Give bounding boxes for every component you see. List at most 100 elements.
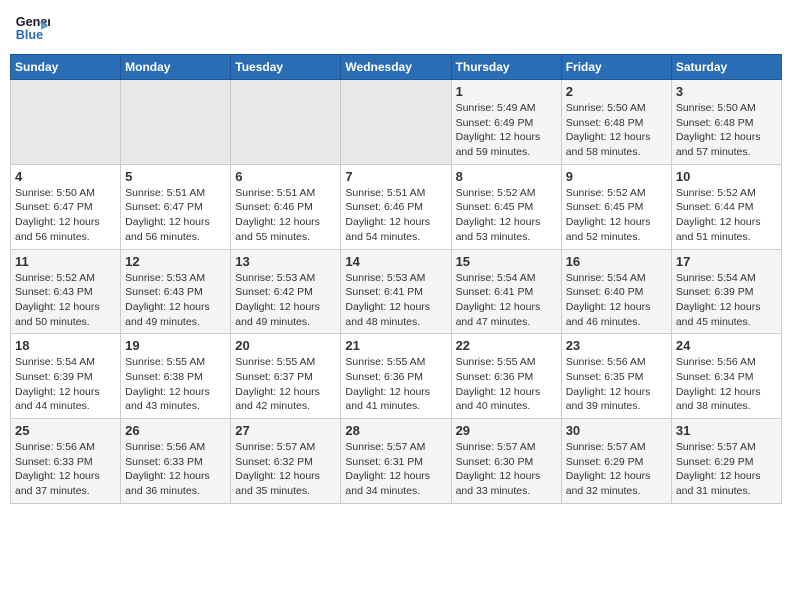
calendar-cell: 4 Sunrise: 5:50 AM Sunset: 6:47 PM Daylig… bbox=[11, 164, 121, 249]
day-info: Sunrise: 5:50 AM Sunset: 6:48 PM Dayligh… bbox=[566, 101, 667, 160]
header-wednesday: Wednesday bbox=[341, 55, 451, 80]
day-number: 6 bbox=[235, 169, 336, 184]
calendar-cell: 27Sunrise: 5:57 AM Sunset: 6:32 PM Dayli… bbox=[231, 419, 341, 504]
calendar-cell: 25Sunrise: 5:56 AM Sunset: 6:33 PM Dayli… bbox=[11, 419, 121, 504]
day-info: Sunrise: 5:54 AM Sunset: 6:39 PM Dayligh… bbox=[676, 271, 777, 330]
day-number: 20 bbox=[235, 338, 336, 353]
calendar-cell bbox=[11, 80, 121, 165]
day-number: 24 bbox=[676, 338, 777, 353]
day-number: 13 bbox=[235, 254, 336, 269]
day-info: Sunrise: 5:52 AM Sunset: 6:45 PM Dayligh… bbox=[566, 186, 667, 245]
day-number: 21 bbox=[345, 338, 446, 353]
logo: General Blue bbox=[14, 10, 54, 46]
calendar-cell: 22 Sunrise: 5:55 AM Sunset: 6:36 PM Dayli… bbox=[451, 334, 561, 419]
week-row-3: 11 Sunrise: 5:52 AM Sunset: 6:43 PM Dayli… bbox=[11, 249, 782, 334]
page-header: General Blue bbox=[10, 10, 782, 46]
day-info: Sunrise: 5:57 AM Sunset: 6:32 PM Dayligh… bbox=[235, 440, 336, 499]
day-number: 19 bbox=[125, 338, 226, 353]
header-sunday: Sunday bbox=[11, 55, 121, 80]
calendar-cell: 29Sunrise: 5:57 AM Sunset: 6:30 PM Dayli… bbox=[451, 419, 561, 504]
calendar-cell: 2Sunrise: 5:50 AM Sunset: 6:48 PM Daylig… bbox=[561, 80, 671, 165]
logo-icon: General Blue bbox=[14, 10, 50, 46]
calendar-table: SundayMondayTuesdayWednesdayThursdayFrid… bbox=[10, 54, 782, 504]
day-number: 10 bbox=[676, 169, 777, 184]
day-number: 25 bbox=[15, 423, 116, 438]
calendar-cell: 3Sunrise: 5:50 AM Sunset: 6:48 PM Daylig… bbox=[671, 80, 781, 165]
calendar-header-row: SundayMondayTuesdayWednesdayThursdayFrid… bbox=[11, 55, 782, 80]
day-info: Sunrise: 5:57 AM Sunset: 6:29 PM Dayligh… bbox=[566, 440, 667, 499]
calendar-cell: 26 Sunrise: 5:56 AM Sunset: 6:33 PM Dayli… bbox=[121, 419, 231, 504]
calendar-cell: 8Sunrise: 5:52 AM Sunset: 6:45 PM Daylig… bbox=[451, 164, 561, 249]
header-monday: Monday bbox=[121, 55, 231, 80]
day-info: Sunrise: 5:56 AM Sunset: 6:34 PM Dayligh… bbox=[676, 355, 777, 414]
calendar-cell: 13 Sunrise: 5:53 AM Sunset: 6:42 PM Dayli… bbox=[231, 249, 341, 334]
calendar-cell: 19 Sunrise: 5:55 AM Sunset: 6:38 PM Dayli… bbox=[121, 334, 231, 419]
day-info: Sunrise: 5:55 AM Sunset: 6:38 PM Dayligh… bbox=[125, 355, 226, 414]
calendar-cell bbox=[121, 80, 231, 165]
calendar-cell: 10 Sunrise: 5:52 AM Sunset: 6:44 PM Dayli… bbox=[671, 164, 781, 249]
day-info: Sunrise: 5:55 AM Sunset: 6:37 PM Dayligh… bbox=[235, 355, 336, 414]
calendar-cell: 31Sunrise: 5:57 AM Sunset: 6:29 PM Dayli… bbox=[671, 419, 781, 504]
day-number: 7 bbox=[345, 169, 446, 184]
day-number: 28 bbox=[345, 423, 446, 438]
week-row-4: 18 Sunrise: 5:54 AM Sunset: 6:39 PM Dayli… bbox=[11, 334, 782, 419]
day-info: Sunrise: 5:53 AM Sunset: 6:43 PM Dayligh… bbox=[125, 271, 226, 330]
calendar-cell: 15Sunrise: 5:54 AM Sunset: 6:41 PM Dayli… bbox=[451, 249, 561, 334]
day-info: Sunrise: 5:52 AM Sunset: 6:44 PM Dayligh… bbox=[676, 186, 777, 245]
day-number: 1 bbox=[456, 84, 557, 99]
day-info: Sunrise: 5:49 AM Sunset: 6:49 PM Dayligh… bbox=[456, 101, 557, 160]
day-number: 26 bbox=[125, 423, 226, 438]
day-number: 4 bbox=[15, 169, 116, 184]
header-friday: Friday bbox=[561, 55, 671, 80]
day-number: 22 bbox=[456, 338, 557, 353]
day-info: Sunrise: 5:54 AM Sunset: 6:40 PM Dayligh… bbox=[566, 271, 667, 330]
calendar-cell: 6Sunrise: 5:51 AM Sunset: 6:46 PM Daylig… bbox=[231, 164, 341, 249]
week-row-2: 4 Sunrise: 5:50 AM Sunset: 6:47 PM Daylig… bbox=[11, 164, 782, 249]
day-number: 9 bbox=[566, 169, 667, 184]
day-number: 18 bbox=[15, 338, 116, 353]
calendar-cell: 11 Sunrise: 5:52 AM Sunset: 6:43 PM Dayli… bbox=[11, 249, 121, 334]
day-info: Sunrise: 5:53 AM Sunset: 6:42 PM Dayligh… bbox=[235, 271, 336, 330]
day-number: 11 bbox=[15, 254, 116, 269]
day-number: 8 bbox=[456, 169, 557, 184]
header-saturday: Saturday bbox=[671, 55, 781, 80]
calendar-cell: 30 Sunrise: 5:57 AM Sunset: 6:29 PM Dayli… bbox=[561, 419, 671, 504]
calendar-cell: 18 Sunrise: 5:54 AM Sunset: 6:39 PM Dayli… bbox=[11, 334, 121, 419]
day-number: 17 bbox=[676, 254, 777, 269]
day-info: Sunrise: 5:55 AM Sunset: 6:36 PM Dayligh… bbox=[345, 355, 446, 414]
day-info: Sunrise: 5:54 AM Sunset: 6:39 PM Dayligh… bbox=[15, 355, 116, 414]
day-info: Sunrise: 5:55 AM Sunset: 6:36 PM Dayligh… bbox=[456, 355, 557, 414]
day-number: 14 bbox=[345, 254, 446, 269]
calendar-cell: 28 Sunrise: 5:57 AM Sunset: 6:31 PM Dayli… bbox=[341, 419, 451, 504]
calendar-cell: 21 Sunrise: 5:55 AM Sunset: 6:36 PM Dayli… bbox=[341, 334, 451, 419]
day-info: Sunrise: 5:56 AM Sunset: 6:35 PM Dayligh… bbox=[566, 355, 667, 414]
calendar-cell: 20 Sunrise: 5:55 AM Sunset: 6:37 PM Dayli… bbox=[231, 334, 341, 419]
day-number: 29 bbox=[456, 423, 557, 438]
calendar-cell: 24 Sunrise: 5:56 AM Sunset: 6:34 PM Dayli… bbox=[671, 334, 781, 419]
calendar-cell: 17 Sunrise: 5:54 AM Sunset: 6:39 PM Dayli… bbox=[671, 249, 781, 334]
svg-text:Blue: Blue bbox=[16, 28, 43, 42]
day-number: 3 bbox=[676, 84, 777, 99]
calendar-cell: 1 Sunrise: 5:49 AM Sunset: 6:49 PM Daylig… bbox=[451, 80, 561, 165]
calendar-cell: 7 Sunrise: 5:51 AM Sunset: 6:46 PM Daylig… bbox=[341, 164, 451, 249]
day-info: Sunrise: 5:56 AM Sunset: 6:33 PM Dayligh… bbox=[125, 440, 226, 499]
day-info: Sunrise: 5:52 AM Sunset: 6:43 PM Dayligh… bbox=[15, 271, 116, 330]
day-number: 16 bbox=[566, 254, 667, 269]
day-number: 12 bbox=[125, 254, 226, 269]
calendar-cell: 16 Sunrise: 5:54 AM Sunset: 6:40 PM Dayli… bbox=[561, 249, 671, 334]
day-number: 23 bbox=[566, 338, 667, 353]
day-info: Sunrise: 5:50 AM Sunset: 6:47 PM Dayligh… bbox=[15, 186, 116, 245]
calendar-cell: 9 Sunrise: 5:52 AM Sunset: 6:45 PM Daylig… bbox=[561, 164, 671, 249]
header-tuesday: Tuesday bbox=[231, 55, 341, 80]
day-info: Sunrise: 5:53 AM Sunset: 6:41 PM Dayligh… bbox=[345, 271, 446, 330]
calendar-cell: 14 Sunrise: 5:53 AM Sunset: 6:41 PM Dayli… bbox=[341, 249, 451, 334]
calendar-cell: 23 Sunrise: 5:56 AM Sunset: 6:35 PM Dayli… bbox=[561, 334, 671, 419]
day-info: Sunrise: 5:51 AM Sunset: 6:46 PM Dayligh… bbox=[345, 186, 446, 245]
calendar-cell: 5Sunrise: 5:51 AM Sunset: 6:47 PM Daylig… bbox=[121, 164, 231, 249]
header-thursday: Thursday bbox=[451, 55, 561, 80]
day-info: Sunrise: 5:51 AM Sunset: 6:47 PM Dayligh… bbox=[125, 186, 226, 245]
day-number: 15 bbox=[456, 254, 557, 269]
week-row-5: 25 Sunrise: 5:56 AM Sunset: 6:33 PM Dayli… bbox=[11, 419, 782, 504]
day-info: Sunrise: 5:57 AM Sunset: 6:31 PM Dayligh… bbox=[345, 440, 446, 499]
day-number: 30 bbox=[566, 423, 667, 438]
